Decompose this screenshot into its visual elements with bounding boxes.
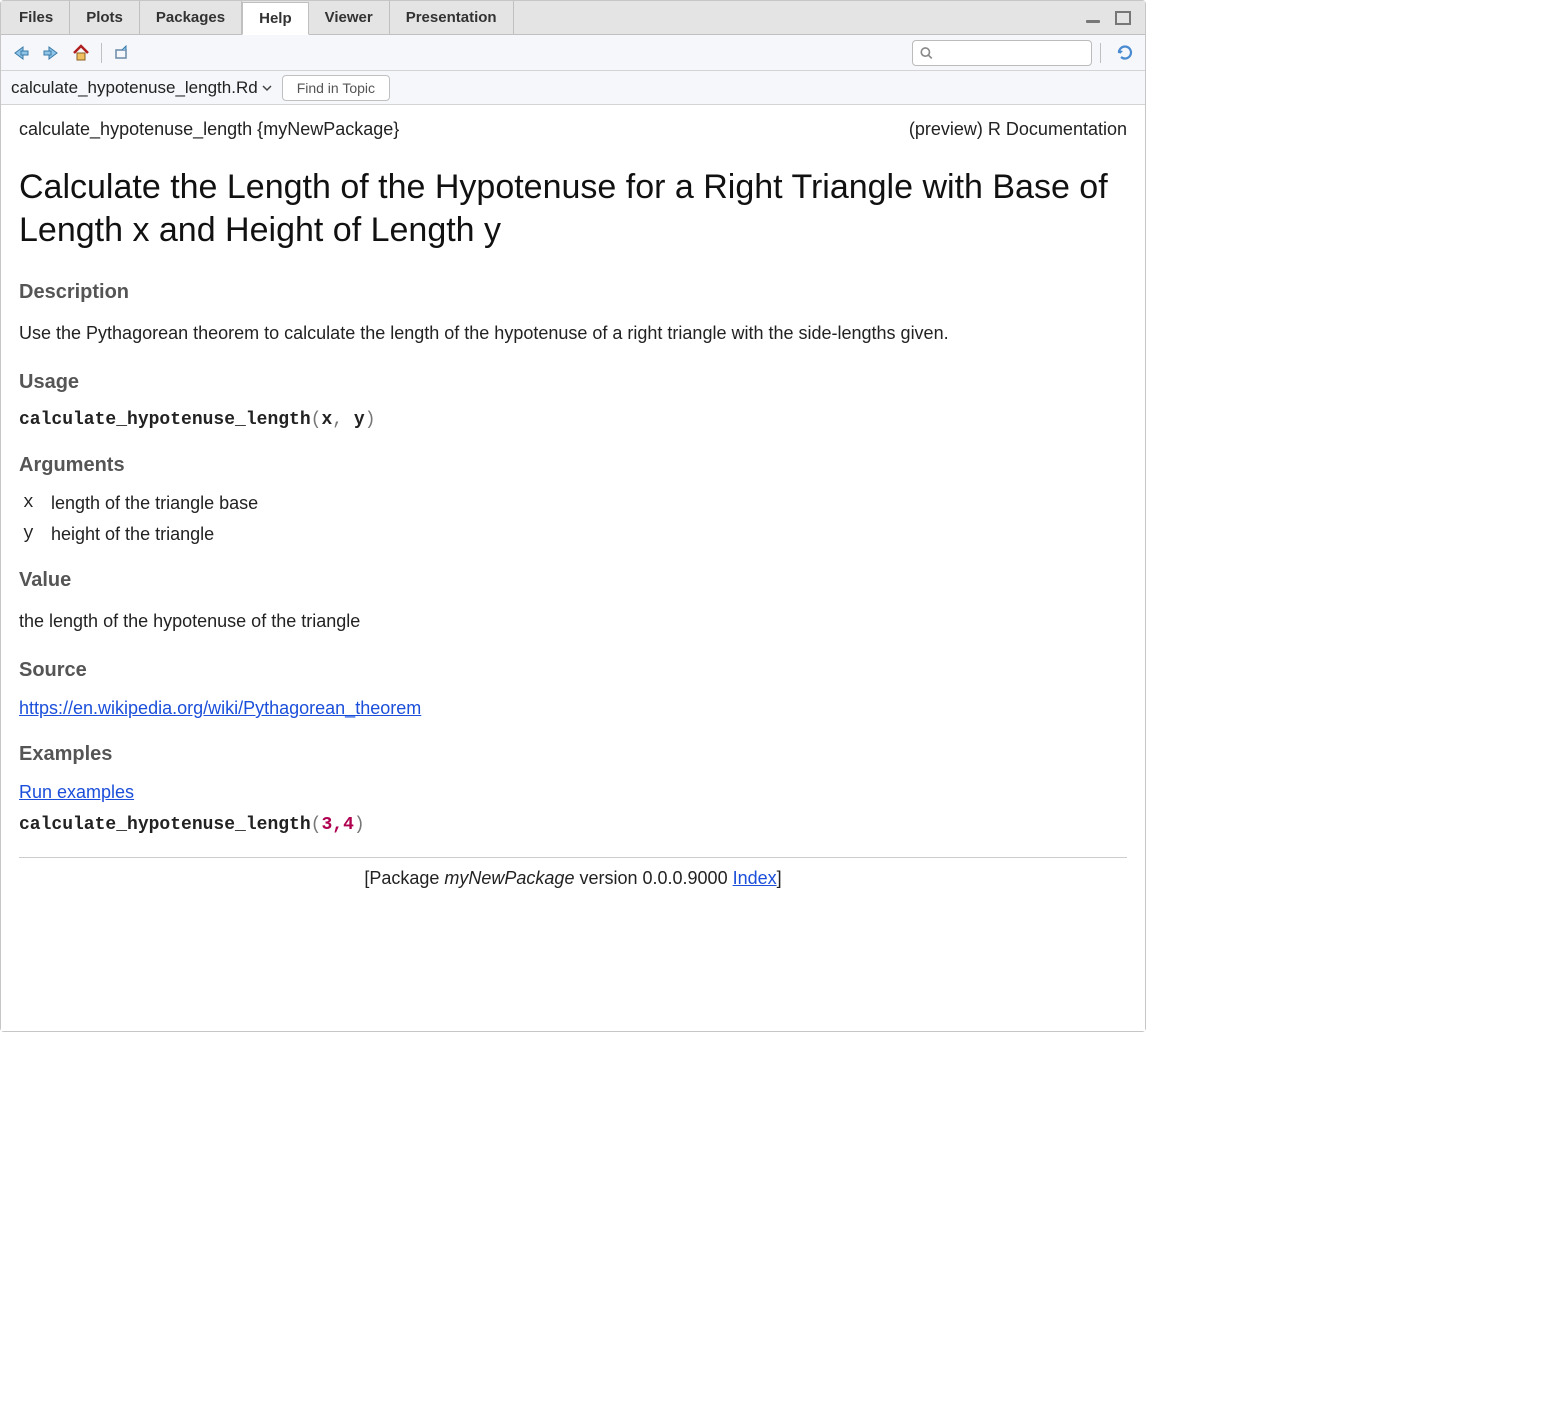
run-examples-link[interactable]: Run examples <box>19 782 134 802</box>
section-description-heading: Description <box>19 281 1127 304</box>
help-search-input[interactable] <box>934 45 1085 61</box>
usage-code: calculate_hypotenuse_length(x, y) <box>19 410 1127 430</box>
page-title: Calculate the Length of the Hypotenuse f… <box>19 166 1127 251</box>
minimize-icon[interactable] <box>1081 6 1105 30</box>
back-arrow-icon[interactable] <box>9 41 33 65</box>
description-text: Use the Pythagorean theorem to calculate… <box>19 320 1127 347</box>
tab-presentation[interactable]: Presentation <box>390 1 514 34</box>
section-usage-heading: Usage <box>19 371 1127 394</box>
tab-packages[interactable]: Packages <box>140 1 242 34</box>
value-text: the length of the hypotenuse of the tria… <box>19 608 1127 635</box>
toolbar-divider-2 <box>1100 43 1101 63</box>
topic-signature: calculate_hypotenuse_length {myNewPackag… <box>19 119 399 140</box>
section-arguments-heading: Arguments <box>19 454 1127 477</box>
chevron-down-icon <box>262 84 272 92</box>
doc-preview-label: (preview) R Documentation <box>909 119 1127 140</box>
example-code: calculate_hypotenuse_length(3,4) <box>19 815 1127 835</box>
argument-name: x <box>23 493 41 514</box>
help-sub-toolbar: calculate_hypotenuse_length.Rd Find in T… <box>1 71 1145 105</box>
help-toolbar <box>1 35 1145 71</box>
help-search-box[interactable] <box>912 40 1092 66</box>
topic-file-label: calculate_hypotenuse_length.Rd <box>11 78 258 98</box>
source-link[interactable]: https://en.wikipedia.org/wiki/Pythagorea… <box>19 698 421 718</box>
footer-divider <box>19 857 1127 858</box>
tab-files[interactable]: Files <box>3 1 70 34</box>
argument-row: x length of the triangle base <box>23 493 1127 514</box>
section-examples-heading: Examples <box>19 743 1127 766</box>
search-icon <box>919 45 934 61</box>
argument-desc: height of the triangle <box>51 524 214 545</box>
argument-row: y height of the triangle <box>23 524 1127 545</box>
index-link[interactable]: Index <box>733 868 777 888</box>
arguments-table: x length of the triangle base y height o… <box>23 493 1127 545</box>
doc-footer: [Package myNewPackage version 0.0.0.9000… <box>19 868 1127 889</box>
help-content: calculate_hypotenuse_length {myNewPackag… <box>1 105 1145 1031</box>
section-value-heading: Value <box>19 569 1127 592</box>
panel-tabs: Files Plots Packages Help Viewer Present… <box>1 1 1145 35</box>
tab-plots[interactable]: Plots <box>70 1 140 34</box>
topic-file-dropdown[interactable]: calculate_hypotenuse_length.Rd <box>11 78 272 98</box>
section-source-heading: Source <box>19 659 1127 682</box>
argument-desc: length of the triangle base <box>51 493 258 514</box>
maximize-icon[interactable] <box>1111 6 1135 30</box>
refresh-icon[interactable] <box>1113 41 1137 65</box>
find-in-topic-button[interactable]: Find in Topic <box>282 75 390 101</box>
popout-icon[interactable] <box>110 41 134 65</box>
tab-viewer[interactable]: Viewer <box>309 1 390 34</box>
argument-name: y <box>23 524 41 545</box>
home-icon[interactable] <box>69 41 93 65</box>
tab-help[interactable]: Help <box>242 2 309 35</box>
forward-arrow-icon[interactable] <box>39 41 63 65</box>
toolbar-divider <box>101 43 102 63</box>
